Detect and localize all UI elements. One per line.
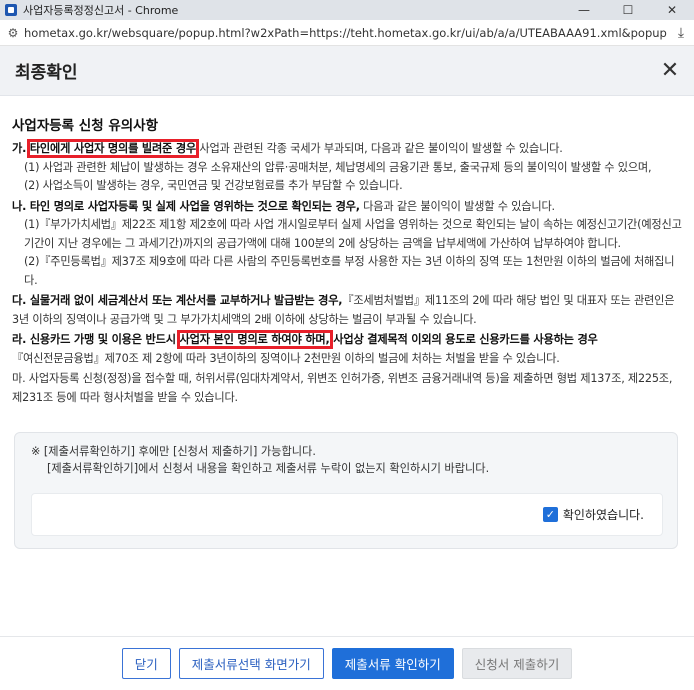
notice-na-sub1: (1)『부가가치세법』제22조 제1항 제2호에 따라 사업 개시일로부터 실제… — [24, 218, 682, 250]
popup-footer: 닫기 제출서류선택 화면가기 제출서류 확인하기 신청서 제출하기 — [0, 636, 694, 690]
popup-header: 최종확인 ✕ — [0, 46, 694, 96]
close-button[interactable]: 닫기 — [121, 648, 171, 679]
notice-ga-highlight: 타인에게 사업자 명의를 빌려준 경우 — [26, 139, 200, 158]
window-close-button[interactable]: ✕ — [650, 0, 694, 20]
notice-da-lead: 다. 실물거래 없이 세금계산서 또는 계산서를 교부하거나 발급받는 경우, — [12, 294, 343, 307]
confirm-box: ※ [제출서류확인하기] 후에만 [신청서 제출하기] 가능합니다. [제출서류… — [14, 432, 678, 549]
notice-ga-sub1: (1) 사업과 관련한 체납이 발생하는 경우 소유재산의 압류·공매처분, 체… — [24, 160, 652, 174]
notice-ra-highlight: 사업자 본인 명의로 하여야 하며, — [176, 330, 333, 349]
notice-ga-rest: 사업과 관련된 각종 국세가 부과되며, 다음과 같은 불이익이 발생할 수 있… — [196, 142, 563, 155]
notice-title: 사업자등록 신청 유의사항 — [12, 118, 159, 134]
submit-application-button[interactable]: 신청서 제출하기 — [461, 648, 573, 679]
notice-ga: 가. 타인에게 사업자 명의를 빌려준 경우 사업과 관련된 각종 국세가 부과… — [12, 139, 682, 196]
popup-title: 최종확인 — [15, 63, 78, 83]
notice-ga-prefix: 가. — [12, 142, 30, 155]
confirm-checkbox-label[interactable]: 확인하였습니다. — [563, 506, 644, 523]
site-info-icon[interactable]: ⚙ — [2, 23, 24, 43]
notice-ga-sub2: (2) 사업소득이 발생하는 경우, 국민연금 및 건강보험료를 추가 부담할 … — [24, 179, 403, 192]
confirm-line2: [제출서류확인하기]에서 신청서 내용을 확인하고 제출서류 누락이 없는지 확… — [47, 462, 490, 475]
url-text[interactable]: hometax.go.kr/websquare/popup.html?w2xPa… — [24, 26, 668, 40]
select-docs-button[interactable]: 제출서류선택 화면가기 — [178, 648, 324, 679]
notice-ra-rest: 『여신전문금융법』제70조 제 2항에 따라 3년이하의 징역이나 2천만원 이… — [12, 351, 560, 365]
notice-na-sub2: (2)『주민등록법』제37조 제9호에 따라 다른 사람의 주민등록번호를 부정… — [24, 255, 675, 287]
notice-ra-prefix: 라. 신용카드 가맹 및 이용은 반드시 — [12, 333, 180, 346]
notice-na: 나. 타인 명의로 사업자등록 및 실제 사업을 영위하는 것으로 확인되는 경… — [12, 198, 682, 291]
notice-da: 다. 실물거래 없이 세금계산서 또는 계산서를 교부하거나 발급받는 경우,『… — [12, 292, 682, 329]
check-docs-button[interactable]: 제출서류 확인하기 — [331, 648, 454, 679]
address-bar: ⚙ hometax.go.kr/websquare/popup.html?w2x… — [0, 20, 694, 46]
popup-content: 사업자등록 신청 유의사항 가. 타인에게 사업자 명의를 빌려준 경우 사업과… — [0, 96, 694, 636]
maximize-button[interactable]: ☐ — [606, 0, 650, 20]
confirm-checkbox-row: ✓ 확인하였습니다. — [31, 493, 663, 536]
download-icon[interactable]: ⤓ — [668, 23, 694, 43]
notice-na-rest: 다음과 같은 불이익이 발생할 수 있습니다. — [359, 199, 555, 213]
notice-ra: 라. 신용카드 가맹 및 이용은 반드시 사업자 본인 명의로 하여야 하며, … — [12, 330, 682, 368]
close-icon[interactable]: ✕ — [658, 58, 682, 83]
window-titlebar: 사업자등록정정신고서 - Chrome — ☐ ✕ — [0, 0, 694, 20]
window-title: 사업자등록정정신고서 - Chrome — [23, 4, 179, 17]
hometax-app-icon — [5, 4, 17, 16]
notice-ra-lead: 사업상 결제목적 이외의 용도로 신용카드를 사용하는 경우 — [329, 333, 598, 346]
notice-na-lead: 나. 타인 명의로 사업자등록 및 실제 사업을 영위하는 것으로 확인되는 경… — [12, 199, 360, 213]
confirm-line1: ※ [제출서류확인하기] 후에만 [신청서 제출하기] 가능합니다. — [31, 445, 316, 458]
notice-ma-text: 마. 사업자등록 신청(정정)을 접수할 때, 허위서류(임대차계약서, 위변조… — [12, 372, 673, 404]
notice-ma: 마. 사업자등록 신청(정정)을 접수할 때, 허위서류(임대차계약서, 위변조… — [12, 370, 682, 407]
confirm-checkbox[interactable]: ✓ — [542, 507, 558, 522]
minimize-button[interactable]: — — [562, 0, 606, 20]
